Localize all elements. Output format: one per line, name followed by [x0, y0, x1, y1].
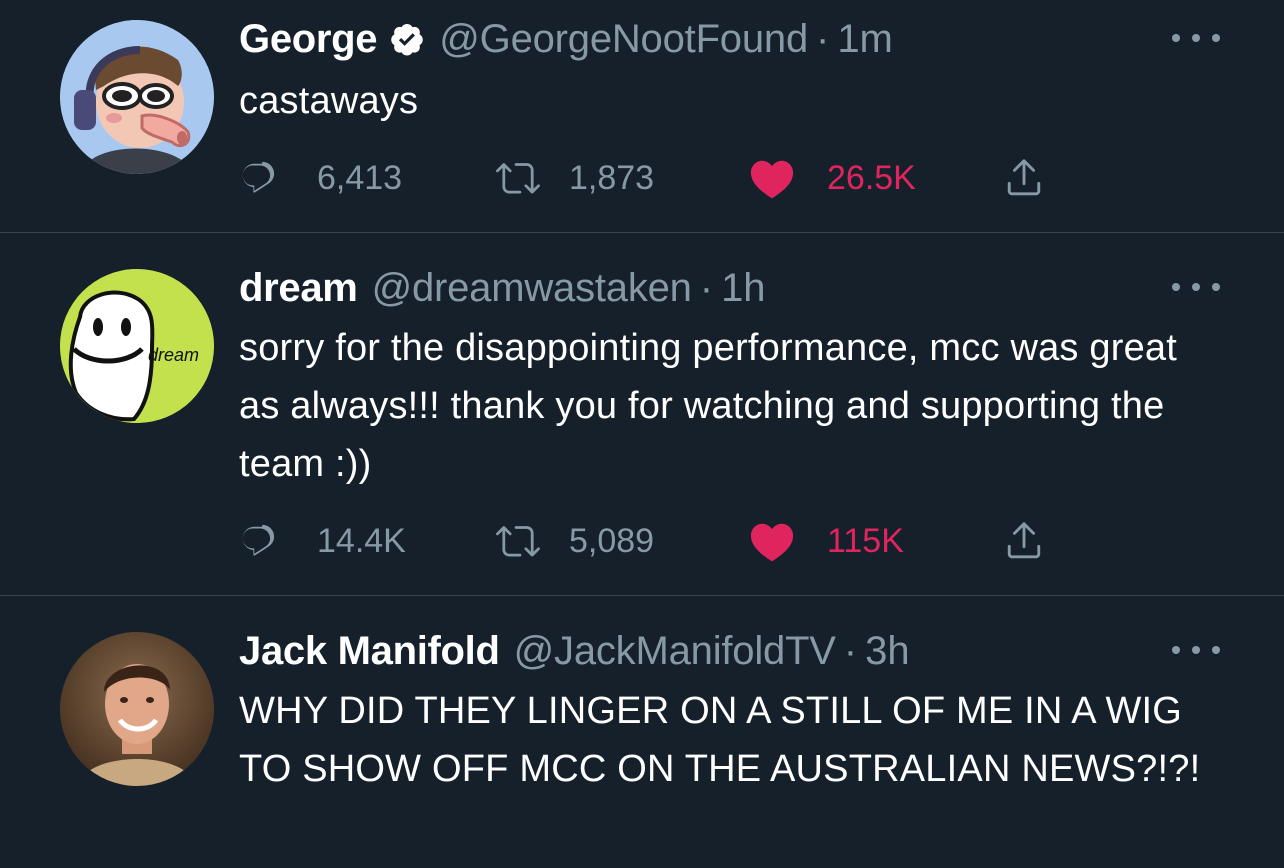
tweet-actions: 14.4K 5,089 115K — [239, 519, 1139, 563]
display-name[interactable]: dream — [239, 266, 358, 311]
like-button[interactable]: 115K — [749, 519, 904, 563]
avatar[interactable] — [60, 20, 214, 174]
reply-button[interactable]: 6,413 — [239, 156, 402, 200]
retweet-count: 5,089 — [569, 521, 655, 560]
verified-badge-icon — [389, 21, 425, 57]
retweet-icon — [496, 526, 540, 557]
avatar[interactable] — [60, 632, 214, 786]
tweet-text: sorry for the disappointing performance,… — [239, 327, 1177, 485]
reply-button[interactable]: 14.4K — [239, 519, 406, 563]
more-icon[interactable] — [1172, 640, 1220, 660]
retweet-button[interactable]: 1,873 — [491, 156, 654, 200]
avatar-text: dream — [148, 345, 199, 365]
more-icon[interactable] — [1172, 277, 1220, 297]
user-handle[interactable]: @dreamwastaken — [372, 266, 692, 311]
share-icon — [1007, 522, 1041, 559]
timestamp[interactable]: 1h — [721, 266, 766, 311]
tweet-text: WHY DID THEY LINGER ON A STILL OF ME IN … — [239, 690, 1201, 790]
tweet-text: castaways — [239, 80, 419, 122]
retweet-count: 1,873 — [569, 158, 655, 197]
separator-dot: · — [699, 265, 714, 310]
share-button[interactable] — [1001, 156, 1047, 200]
reply-count: 6,413 — [317, 158, 403, 197]
user-handle[interactable]: @GeorgeNootFound — [439, 17, 808, 62]
reply-icon — [242, 524, 275, 556]
tweet[interactable]: George @GeorgeNootFound · 1m castaways 6… — [0, 0, 1284, 232]
timestamp[interactable]: 1m — [837, 17, 893, 62]
display-name[interactable]: Jack Manifold — [239, 629, 500, 674]
retweet-icon — [496, 163, 540, 194]
timeline: George @GeorgeNootFound · 1m castaways 6… — [0, 0, 1284, 868]
separator-dot: · — [815, 16, 830, 61]
timestamp[interactable]: 3h — [865, 629, 910, 674]
heart-icon — [750, 523, 794, 562]
like-count: 115K — [827, 521, 904, 560]
avatar[interactable]: dream — [60, 269, 214, 423]
retweet-button[interactable]: 5,089 — [491, 519, 654, 563]
tweet[interactable]: dream dream @dreamwastaken · 1h sorry fo… — [0, 233, 1284, 595]
reply-icon — [242, 161, 275, 193]
heart-icon — [750, 160, 794, 199]
tweet[interactable]: Jack Manifold @JackManifoldTV · 3h WHY D… — [0, 596, 1284, 868]
tweet-header: dream @dreamwastaken · 1h — [239, 263, 766, 313]
reply-count: 14.4K — [317, 521, 406, 560]
tweet-header: George @GeorgeNootFound · 1m — [239, 14, 893, 64]
share-icon — [1007, 159, 1041, 196]
tweet-header: Jack Manifold @JackManifoldTV · 3h — [239, 626, 910, 676]
tweet-actions: 6,413 1,873 26.5K — [239, 156, 1139, 200]
user-handle[interactable]: @JackManifoldTV — [514, 629, 836, 674]
photo-avatar-icon — [60, 632, 214, 786]
cartoon-avatar-sunglasses-headphones-icon — [60, 20, 214, 174]
display-name[interactable]: George — [239, 17, 378, 62]
like-button[interactable]: 26.5K — [749, 156, 916, 200]
smiley-mask-avatar-icon: dream — [60, 269, 214, 423]
separator-dot: · — [843, 628, 858, 673]
more-icon[interactable] — [1172, 28, 1220, 48]
share-button[interactable] — [1001, 519, 1047, 563]
like-count: 26.5K — [827, 158, 916, 197]
